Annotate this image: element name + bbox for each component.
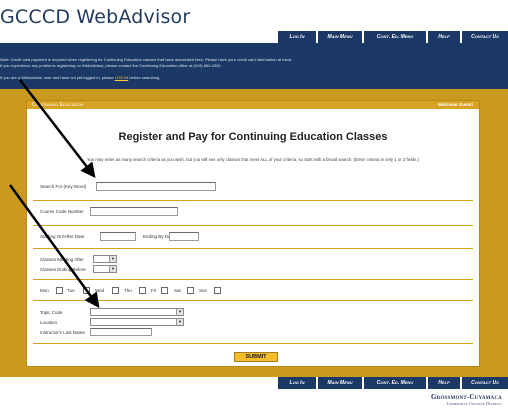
submit-button[interactable]: SUBMIT: [234, 352, 278, 362]
nav-help[interactable]: Help: [428, 31, 460, 43]
panel-header: Continuing Education Welcome Guest!: [27, 101, 479, 109]
top-nav: Log In Main Menu Cont. Ed. Menu Help Con…: [0, 31, 508, 43]
divider: [33, 300, 473, 301]
ending-before-label: Classes Ending Before: [40, 267, 86, 272]
location-label: Location: [40, 320, 58, 325]
day-label-wed: Wed: [95, 288, 105, 293]
course-code-input[interactable]: [90, 207, 178, 216]
notice-line-3: If you are a WebAdvisor user and have no…: [0, 75, 160, 80]
site-logo: GCCCD WebAdvisor: [0, 6, 191, 28]
starting-date-label: Starting On/After Date: [40, 234, 85, 239]
bottom-nav: Log In Main Menu Cont. Ed. Menu Help Con…: [0, 377, 508, 389]
nav-cont-ed-menu[interactable]: Cont. Ed. Menu: [364, 377, 426, 389]
notice-line-2: If you experience any problems registeri…: [0, 63, 222, 68]
day-label-mon: Mon: [40, 288, 49, 293]
notice-line-1: Note: Credit card payment is required wh…: [0, 57, 293, 62]
district-logo: Grossmont-Cuyamaca Community College Dis…: [431, 393, 502, 406]
search-panel: Continuing Education Welcome Guest! Regi…: [26, 100, 480, 367]
divider: [33, 200, 473, 201]
day-checkbox-fri[interactable]: [161, 287, 168, 294]
divider: [33, 248, 473, 249]
welcome-message: Welcome Guest!: [437, 102, 473, 107]
page-title: Register and Pay for Continuing Educatio…: [118, 131, 388, 143]
nav-main-menu[interactable]: Main Menu: [318, 377, 362, 389]
nav-help[interactable]: Help: [428, 377, 460, 389]
notice-band: Note: Credit card payment is required wh…: [0, 43, 508, 89]
day-checkbox-mon[interactable]: [56, 287, 63, 294]
nav-main-menu[interactable]: Main Menu: [318, 31, 362, 43]
instructor-label: Instructor's Last Name: [40, 330, 85, 335]
day-checkbox-wed[interactable]: [112, 287, 119, 294]
day-checkbox-sun[interactable]: [214, 287, 221, 294]
location-select[interactable]: ▼: [90, 318, 184, 326]
day-label-tue: Tue: [67, 288, 75, 293]
day-label-fri: Fri: [151, 288, 157, 293]
notice-line-3-prefix: If you are a WebAdvisor user and have no…: [0, 75, 114, 80]
nav-log-in[interactable]: Log In: [278, 31, 316, 43]
ending-before-select[interactable]: ▼: [93, 265, 117, 273]
topic-code-select[interactable]: ▼: [90, 308, 184, 316]
instructor-last-name-input[interactable]: [90, 328, 152, 336]
divider: [33, 343, 473, 344]
day-checkbox-sat[interactable]: [187, 287, 194, 294]
starting-date-input[interactable]: [100, 232, 136, 241]
divider: [33, 279, 473, 280]
panel-section-title: Continuing Education: [32, 102, 84, 108]
nav-log-in[interactable]: Log In: [278, 377, 316, 389]
search-label: Search For (Key Word): [40, 184, 87, 189]
chevron-down-icon: ▼: [176, 319, 183, 325]
ending-date-input[interactable]: [169, 232, 199, 241]
meeting-after-label: Classes Meeting After: [40, 257, 84, 262]
day-label-sun: Sun: [199, 288, 208, 293]
chevron-down-icon: ▼: [109, 256, 116, 262]
district-name: Grossmont-Cuyamaca: [431, 393, 502, 401]
divider: [33, 225, 473, 226]
nav-contact-us[interactable]: Contact Us: [462, 377, 508, 389]
chevron-down-icon: ▼: [109, 266, 116, 272]
keyword-search-input[interactable]: [96, 182, 216, 191]
day-checkbox-thu[interactable]: [139, 287, 146, 294]
form-instructions: You may enter as many search criteria as…: [86, 157, 420, 162]
meeting-after-select[interactable]: ▼: [93, 255, 117, 263]
login-link[interactable]: LOG IN: [115, 75, 129, 80]
day-label-sat: Sat: [174, 288, 181, 293]
chevron-down-icon: ▼: [176, 309, 183, 315]
topic-code-label: Topic Code: [40, 310, 63, 315]
district-subtitle: Community College District: [446, 401, 502, 406]
nav-cont-ed-menu[interactable]: Cont. Ed. Menu: [364, 31, 426, 43]
nav-contact-us[interactable]: Contact Us: [462, 31, 508, 43]
notice-line-3-suffix: before searching.: [129, 75, 161, 80]
day-checkbox-tue[interactable]: [83, 287, 90, 294]
day-label-thu: Thu: [124, 288, 132, 293]
course-code-label: Course Code Number: [40, 209, 84, 214]
